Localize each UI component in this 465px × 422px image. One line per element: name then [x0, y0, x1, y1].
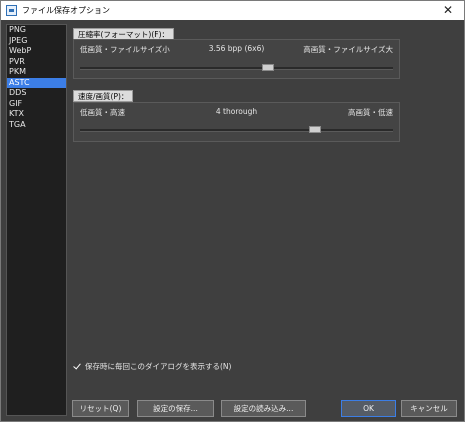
format-item-tga[interactable]: TGA [7, 120, 66, 131]
speed-slider-labels: 低画質・高速 4 thorough 高画質・低速 [80, 107, 393, 119]
cancel-button[interactable]: キャンセル [401, 400, 457, 417]
format-item-jpeg[interactable]: JPEG [7, 36, 66, 47]
compression-slider-thumb[interactable] [261, 64, 274, 71]
speed-max-label: 高画質・低速 [348, 108, 393, 117]
show-dialog-label: 保存時に毎回このダイアログを表示する(N) [85, 361, 232, 371]
file-save-options-dialog: ファイル保存オプション ✕ PNG JPEG WebP PVR PKM ASTC DDS GI… [0, 0, 465, 422]
format-item-png[interactable]: PNG [7, 25, 66, 36]
speed-section-label: 速度/画質(P)： [73, 90, 134, 102]
show-dialog-checkbox[interactable] [73, 362, 81, 370]
format-list[interactable]: PNG JPEG WebP PVR PKM ASTC DDS GIF KTX TGA [6, 24, 67, 416]
format-item-pvr[interactable]: PVR [7, 57, 66, 68]
format-item-ktx[interactable]: KTX [7, 109, 66, 120]
save-settings-button[interactable]: 設定の保存... [137, 400, 214, 417]
reset-button[interactable]: リセット(Q) [72, 400, 129, 417]
format-item-gif[interactable]: GIF [7, 99, 66, 110]
format-item-dds[interactable]: DDS [7, 88, 66, 99]
app-icon [6, 5, 17, 16]
ok-button[interactable]: OK [341, 400, 396, 417]
title-bar: ファイル保存オプション ✕ [1, 1, 464, 20]
speed-slider-track[interactable] [80, 129, 393, 132]
speed-slider-thumb[interactable] [308, 126, 321, 133]
compression-panel: 低画質・ファイルサイズ小 3.56 bpp (6x6) 高画質・ファイルサイズ大 [73, 39, 400, 79]
format-item-webp[interactable]: WebP [7, 46, 66, 57]
format-item-astc[interactable]: ASTC [7, 77, 66, 88]
speed-value-label: 4 thorough [215, 107, 258, 116]
compression-slider-track[interactable] [80, 67, 393, 70]
load-settings-button[interactable]: 設定の読み込み... [221, 400, 306, 417]
compression-max-label: 高画質・ファイルサイズ大 [303, 45, 393, 54]
speed-panel: 低画質・高速 4 thorough 高画質・低速 [73, 102, 400, 142]
compression-slider-labels: 低画質・ファイルサイズ小 3.56 bpp (6x6) 高画質・ファイルサイズ大 [80, 44, 393, 56]
format-item-pkm[interactable]: PKM [7, 67, 66, 78]
close-button[interactable]: ✕ [436, 2, 460, 18]
show-dialog-option[interactable]: 保存時に毎回このダイアログを表示する(N) [73, 360, 231, 372]
window-title: ファイル保存オプション [22, 6, 110, 15]
